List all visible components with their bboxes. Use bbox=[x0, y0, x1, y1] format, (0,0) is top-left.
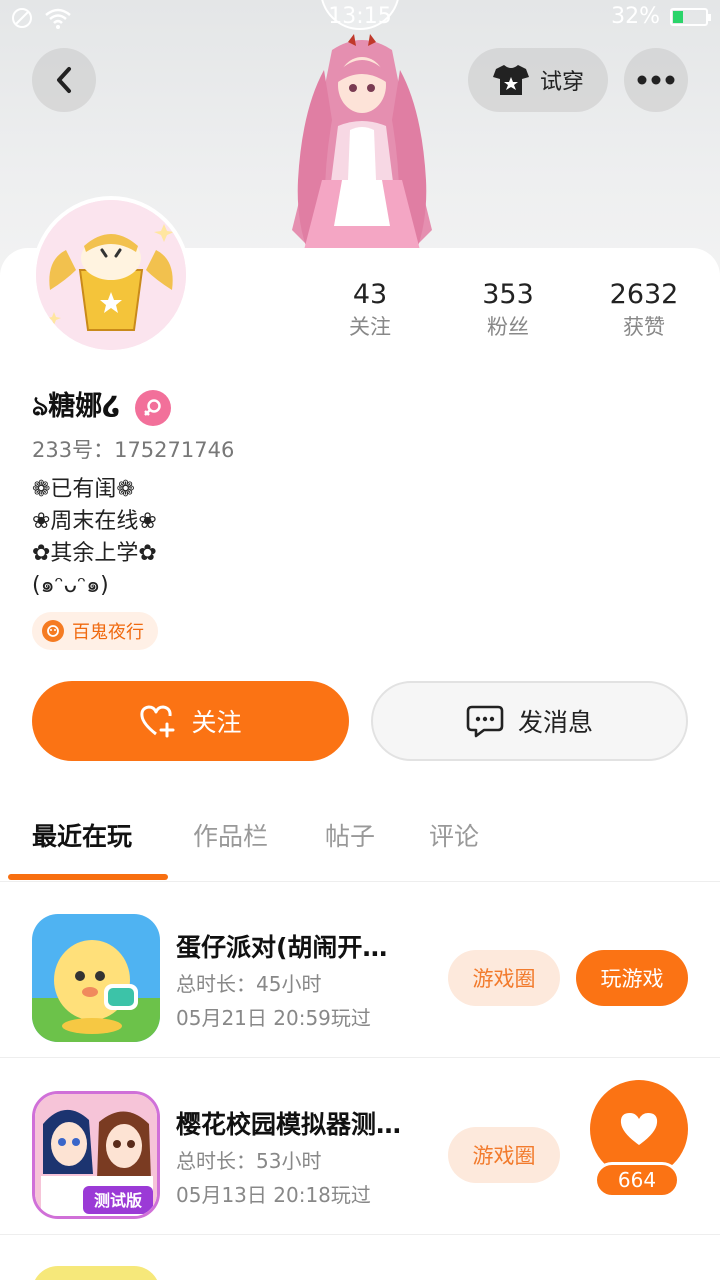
message-button[interactable]: 发消息 bbox=[371, 681, 688, 761]
game-circle-button[interactable]: 游戏圈 bbox=[448, 950, 560, 1006]
wifi-icon bbox=[45, 8, 71, 29]
bio: ❁已有闺❁ ❀周末在线❀ ✿其余上学✿ (๑ᵔᴗᵔ๑) bbox=[32, 474, 157, 602]
back-button[interactable] bbox=[32, 48, 96, 112]
try-on-button[interactable]: 试穿 bbox=[468, 48, 608, 112]
game-icon-eggy[interactable] bbox=[32, 914, 160, 1042]
stats-row: 43 关注 353 粉丝 2632 获赞 bbox=[300, 278, 720, 348]
game-duration: 总时长：45小时 bbox=[176, 972, 322, 996]
nickname: ঌ糖娜໒ bbox=[32, 391, 121, 422]
follow-button[interactable]: 关注 bbox=[32, 681, 349, 761]
bio-line: (๑ᵔᴗᵔ๑) bbox=[32, 573, 109, 598]
no-sim-icon bbox=[12, 8, 32, 28]
stat-following[interactable]: 43 关注 bbox=[300, 278, 440, 342]
game-duration: 总时长：53小时 bbox=[176, 1149, 322, 1173]
tab-posts[interactable]: 帖子 bbox=[325, 810, 375, 866]
badge-label: 百鬼夜行 bbox=[72, 622, 144, 643]
bio-line: ❀周末在线❀ bbox=[32, 509, 157, 534]
stat-likes-value: 2632 bbox=[609, 279, 679, 310]
stat-following-label: 关注 bbox=[349, 315, 391, 339]
status-time: 13:15 bbox=[328, 4, 392, 29]
avatar-image bbox=[36, 200, 186, 350]
stat-likes[interactable]: 2632 获赞 bbox=[574, 278, 714, 342]
status-bar: 13:15 32% bbox=[0, 0, 720, 36]
game-last-played: 05月21日 20:59玩过 bbox=[176, 1006, 371, 1030]
bio-line: ❁已有闺❁ bbox=[32, 477, 135, 502]
heart-icon bbox=[620, 1113, 658, 1145]
heart-plus-icon bbox=[140, 705, 175, 738]
message-label: 发消息 bbox=[517, 708, 593, 737]
battery-icon bbox=[670, 7, 711, 26]
title-badge[interactable]: 百鬼夜行 bbox=[32, 612, 158, 650]
battery-percent: 32% bbox=[611, 4, 660, 29]
stat-following-value: 43 bbox=[352, 279, 388, 310]
user-id: 233号：175271746 bbox=[32, 438, 235, 462]
like-count: 664 bbox=[594, 1162, 680, 1198]
stat-fans-value: 353 bbox=[482, 279, 534, 310]
avatar-figure[interactable] bbox=[262, 30, 462, 260]
badge-icon bbox=[42, 620, 64, 642]
game-last-played: 05月13日 20:18玩过 bbox=[176, 1183, 371, 1207]
female-gender-icon bbox=[134, 389, 171, 426]
like-fab[interactable]: 664 bbox=[576, 1080, 692, 1204]
active-tab-indicator bbox=[8, 874, 168, 880]
profile-tabs: 最近在玩 作品栏 帖子 评论 bbox=[0, 810, 720, 882]
game-title[interactable]: 樱花校园模拟器测… bbox=[176, 1105, 401, 1141]
follow-label: 关注 bbox=[191, 708, 242, 737]
bio-line: ✿其余上学✿ bbox=[32, 541, 157, 566]
tab-works[interactable]: 作品栏 bbox=[193, 810, 268, 866]
stat-fans-label: 粉丝 bbox=[487, 315, 529, 339]
stat-likes-label: 获赞 bbox=[623, 315, 665, 339]
stat-fans[interactable]: 353 粉丝 bbox=[438, 278, 578, 342]
try-on-label: 试穿 bbox=[539, 70, 584, 95]
game-title[interactable]: 蛋仔派对(胡闹开… bbox=[176, 928, 387, 964]
list-item[interactable]: 蛋仔派对(胡闹开… 总时长：45小时 05月21日 20:59玩过 游戏圈 玩游… bbox=[0, 882, 720, 1058]
tab-comments[interactable]: 评论 bbox=[429, 810, 479, 866]
more-button[interactable] bbox=[624, 48, 688, 112]
game-icon-label: 测试版 bbox=[94, 1191, 142, 1210]
play-game-button[interactable]: 玩游戏 bbox=[576, 950, 688, 1006]
avatar[interactable] bbox=[32, 196, 190, 354]
chevron-left-icon bbox=[57, 67, 71, 93]
nickname-row: ঌ糖娜໒ bbox=[32, 384, 171, 431]
game-circle-button[interactable]: 游戏圈 bbox=[448, 1127, 560, 1183]
game-icon-partial[interactable] bbox=[32, 1266, 160, 1280]
more-dots-icon bbox=[637, 75, 675, 85]
game-icon-sakura[interactable]: 测试版 bbox=[32, 1091, 160, 1219]
chat-bubble-icon bbox=[466, 705, 504, 738]
tab-recent[interactable]: 最近在玩 bbox=[32, 810, 132, 866]
tshirt-icon bbox=[492, 65, 529, 95]
